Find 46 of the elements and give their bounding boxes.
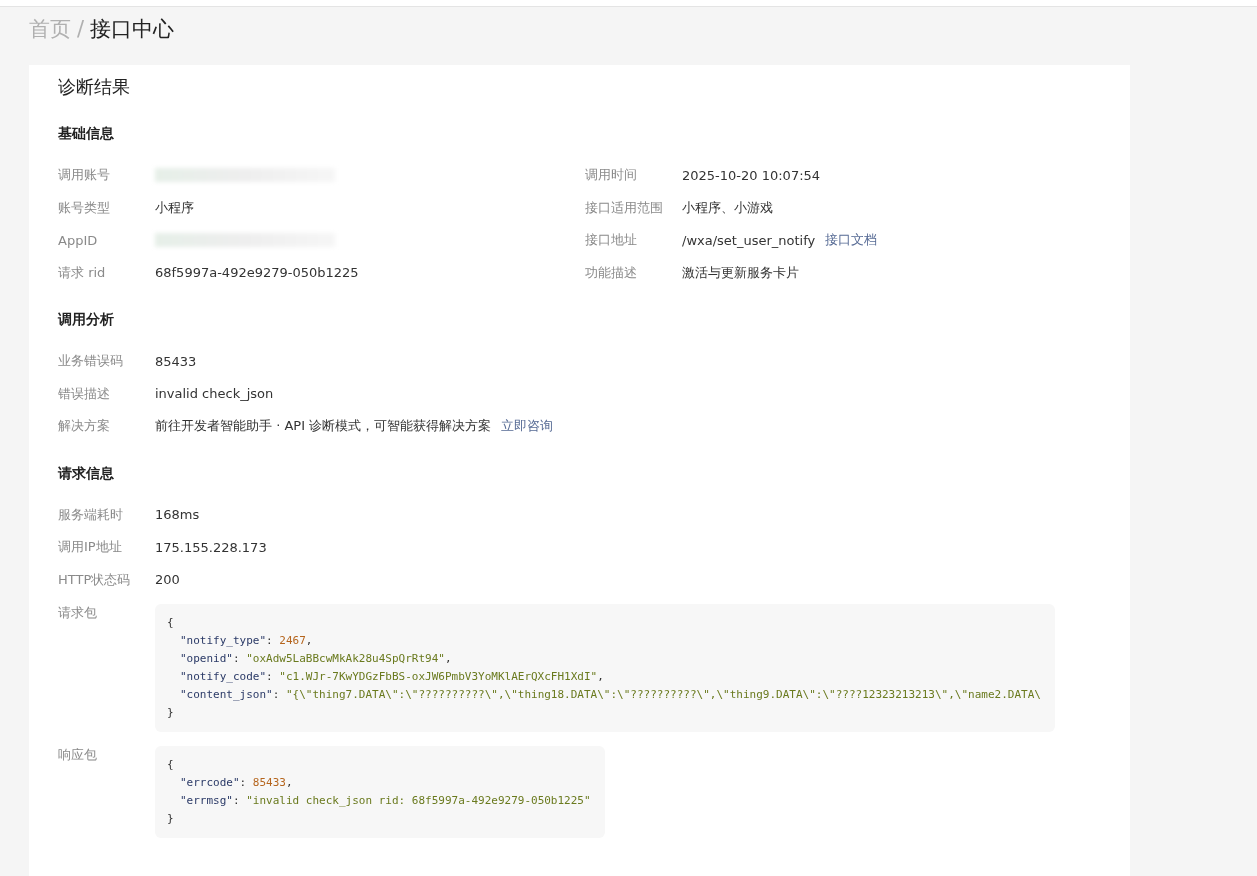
- section-title: 请求信息: [58, 463, 115, 483]
- field-value: /wxa/set_user_notify: [682, 232, 816, 248]
- field-label: 调用IP地址: [58, 538, 123, 557]
- field-value: 激活与更新服务卡片: [682, 263, 799, 282]
- code-line: "openid": "oxAdw5LaBBcwMkAk28u4SpQrRt94",: [180, 652, 452, 665]
- field-label: 请求 rid: [58, 263, 107, 282]
- field-value: 68f5997a-492e9279-050b1225: [155, 265, 359, 281]
- code-line: "notify_type": 2467,: [180, 634, 313, 647]
- code-line: "errcode": 85433,: [180, 776, 293, 789]
- section-title: 基础信息: [58, 124, 115, 143]
- field-label: 错误描述: [58, 384, 111, 403]
- code-line: }: [167, 812, 174, 825]
- card-title: 诊断结果: [58, 75, 131, 99]
- code-line: "notify_code": "c1.WJr-7KwYDGzFbBS-oxJW6PmbV3YoMKlAErQXcFH1XdI",: [180, 670, 604, 683]
- field-label: 调用账号: [58, 166, 111, 185]
- field-value: 85433: [155, 353, 197, 369]
- field-label: 接口地址: [585, 231, 638, 250]
- field-value: invalid check_json: [155, 386, 274, 402]
- field-value: 小程序、小游戏: [682, 198, 773, 217]
- link[interactable]: 接口文档: [825, 231, 878, 250]
- section-title: 调用分析: [58, 310, 115, 329]
- field-label: 调用时间: [585, 166, 638, 185]
- field-value: 168ms: [155, 507, 200, 523]
- code-line: {: [167, 758, 174, 771]
- field-value: 小程序: [155, 198, 194, 217]
- code-line: "content_json": "{\"thing7.DATA\":\"??????????\",\"thing18.DATA\":\"??????????\",\"thing9.DATA\":\"????12323213213\",\"name2.DATA\: [180, 688, 1041, 701]
- field-label: 解决方案: [58, 417, 111, 436]
- field-label: HTTP状态码: [58, 570, 132, 589]
- field-value: 175.155.228.173: [155, 539, 267, 555]
- breadcrumb-separator: /: [77, 17, 85, 41]
- field-label: 接口适用范围: [585, 198, 664, 217]
- link[interactable]: 立即咨询: [501, 417, 554, 436]
- field-label: 服务端耗时: [58, 505, 124, 524]
- field-label: 业务错误码: [58, 352, 124, 371]
- field-value: 2025-10-20 10:07:54: [682, 167, 821, 183]
- field-value: 前往开发者智能助手 · API 诊断模式，可智能获得解决方案: [155, 417, 492, 436]
- field-label: 功能描述: [585, 263, 638, 282]
- code-line: "errmsg": "invalid check_json rid: 68f5997a-492e9279-050b1225": [180, 794, 591, 807]
- field-value: 200: [155, 572, 180, 588]
- field-label: AppID: [58, 232, 99, 248]
- breadcrumb-current: 接口中心: [90, 16, 175, 43]
- field-label: 账号类型: [58, 198, 111, 217]
- field-label: 响应包: [58, 746, 98, 764]
- code-line: {: [167, 616, 174, 629]
- code-line: }: [167, 706, 174, 719]
- field-label: 请求包: [58, 604, 98, 622]
